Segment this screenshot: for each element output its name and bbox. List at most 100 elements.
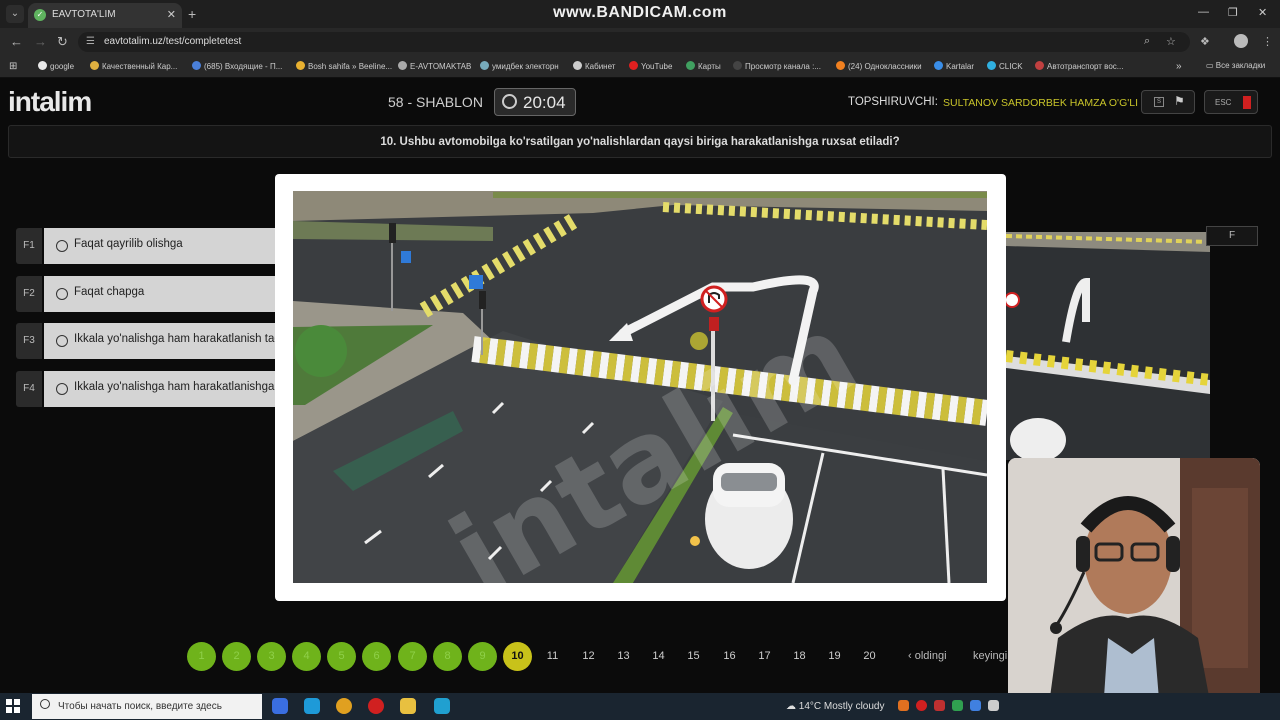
close-window-icon[interactable]: ✕ [1258,6,1267,19]
s-key-icon: S [1154,97,1164,107]
question-page-button[interactable]: 9 [468,642,497,671]
profile-avatar[interactable] [1234,34,1248,48]
bookmark-item[interactable]: YouTube [629,61,672,71]
bookmark-item[interactable]: Карты [686,61,721,71]
restore-icon[interactable]: ❐ [1228,6,1238,19]
back-icon[interactable]: ← [10,34,23,49]
question-page-button[interactable]: 10 [503,642,532,671]
next-question-link[interactable]: keyingi [973,650,1007,662]
radio-icon[interactable] [56,335,68,347]
question-page-button[interactable]: 2 [222,642,251,671]
answer-option[interactable]: Ikkala yo'nalishga ham harakatlanishga r… [44,371,278,407]
tray-icon[interactable] [934,700,945,711]
question-page-button[interactable]: 4 [292,642,321,671]
clock-icon [502,94,517,109]
tray-icon[interactable] [916,700,927,711]
student-name: SULTANOV SARDORBEK HAMZA O'G'LI [943,97,1138,109]
intersection-scene-image: intalim [293,191,987,583]
tray-icon[interactable] [952,700,963,711]
esc-key-label: ESC [1215,98,1232,107]
recorder-watermark: www.BANDICAM.com [553,4,727,21]
bookmark-item[interactable]: Качественный Кар... [90,61,177,71]
bookmark-star-icon[interactable]: ☆ [1166,35,1176,48]
taskbar-search[interactable]: Чтобы начать поиск, введите здесь [32,694,262,719]
search-icon [40,699,50,709]
question-page-button[interactable]: 20 [855,642,884,671]
forward-icon[interactable]: → [34,34,47,49]
question-page-button[interactable]: 15 [679,642,708,671]
bookmark-item[interactable]: google [38,61,74,71]
question-page-button[interactable]: 5 [327,642,356,671]
question-page-button[interactable]: 14 [644,642,673,671]
prev-question-link[interactable]: ‹ oldingi [908,650,947,662]
exit-door-icon [1243,96,1251,109]
bandicam-icon[interactable] [368,698,384,714]
address-bar[interactable]: ☰ eavtotalim.uz/test/completetest [78,32,1190,52]
apps-grid-icon[interactable]: ⊞ [9,61,17,72]
option-key: F2 [16,276,42,312]
question-text: 10. Ushbu avtomobilga ko'rsatilgan yo'na… [8,125,1272,158]
question-page-button[interactable]: 13 [609,642,638,671]
extensions-icon[interactable]: ❖ [1200,35,1210,48]
windows-start-icon[interactable] [6,699,20,713]
question-page-button[interactable]: 16 [715,642,744,671]
file-explorer-icon[interactable] [400,698,416,714]
bookmark-item[interactable]: E-AVTOMAKTAB [398,61,471,71]
bookmark-item[interactable]: Кабинет [573,61,615,71]
more-bookmarks-icon[interactable]: » [1176,61,1182,72]
cloud-icon: ☁ [786,701,799,712]
question-page-button[interactable]: 6 [362,642,391,671]
tray-icon[interactable] [970,700,981,711]
question-page-button[interactable]: 3 [257,642,286,671]
all-bookmarks-folder[interactable]: ▭ Все закладки [1206,61,1265,70]
option-key: F1 [16,228,42,264]
tray-icon[interactable] [988,700,999,711]
student-label: TOPSHIRUVCHI: [848,96,938,108]
question-page-button[interactable]: 17 [750,642,779,671]
question-page-button[interactable]: 19 [820,642,849,671]
menu-kebab-icon[interactable]: ⋮ [1262,35,1273,48]
bookmark-question-button[interactable]: S ⚑ [1141,90,1195,114]
tray-icon[interactable] [898,700,909,711]
minimize-icon[interactable]: — [1198,6,1209,18]
folder-icon: ▭ [1206,61,1216,70]
side-f-button[interactable]: F [1206,226,1258,246]
site-info-icon[interactable]: ☰ [86,36,95,47]
answer-option[interactable]: Faqat qayrilib olishga [44,228,278,264]
telegram-icon[interactable] [434,698,450,714]
url-text: eavtotalim.uz/test/completetest [104,36,242,47]
answer-option[interactable]: Ikkala yo'nalishga ham harakatlanish taq… [44,323,278,359]
bookmark-item[interactable]: Bosh sahifa » Beeline... [296,61,392,71]
question-page-button[interactable]: 11 [538,642,567,671]
webcam-overlay [1008,458,1260,712]
bookmark-item[interactable]: Просмотр канала :... [733,61,821,71]
question-page-button[interactable]: 12 [574,642,603,671]
edge-browser-icon[interactable] [304,698,320,714]
bookmark-item[interactable]: Kartalar [934,61,974,71]
bookmark-item[interactable]: Автотранспорт вос... [1035,61,1123,71]
intalim-logo: intalim [8,86,92,117]
timer-value: 20:04 [523,93,566,112]
bookmark-item[interactable]: (685) Входящие - П... [192,61,282,71]
exit-button[interactable]: ESC [1204,90,1258,114]
question-page-button[interactable]: 7 [398,642,427,671]
question-page-button[interactable]: 18 [785,642,814,671]
radio-icon[interactable] [56,240,68,252]
option-key: F3 [16,323,42,359]
reload-icon[interactable]: ↻ [57,34,68,50]
radio-icon[interactable] [56,383,68,395]
bookmark-item[interactable]: умидбек электорн [480,61,559,71]
bookmark-item[interactable]: (24) Одноклассники [836,61,922,71]
background-question-image [1006,232,1210,460]
option-key: F4 [16,371,42,407]
question-page-button[interactable]: 1 [187,642,216,671]
chrome-browser-icon[interactable] [336,698,352,714]
zoom-icon[interactable]: ⌕ [1144,35,1150,48]
answer-option[interactable]: Faqat chapga [44,276,278,312]
radio-icon[interactable] [56,288,68,300]
bookmark-item[interactable]: CLICK [987,61,1023,71]
weather-widget[interactable]: ☁ 14°C Mostly cloudy [786,701,884,712]
taskbar-app-icon[interactable] [272,698,288,714]
presenter-video [1008,458,1260,712]
question-page-button[interactable]: 8 [433,642,462,671]
